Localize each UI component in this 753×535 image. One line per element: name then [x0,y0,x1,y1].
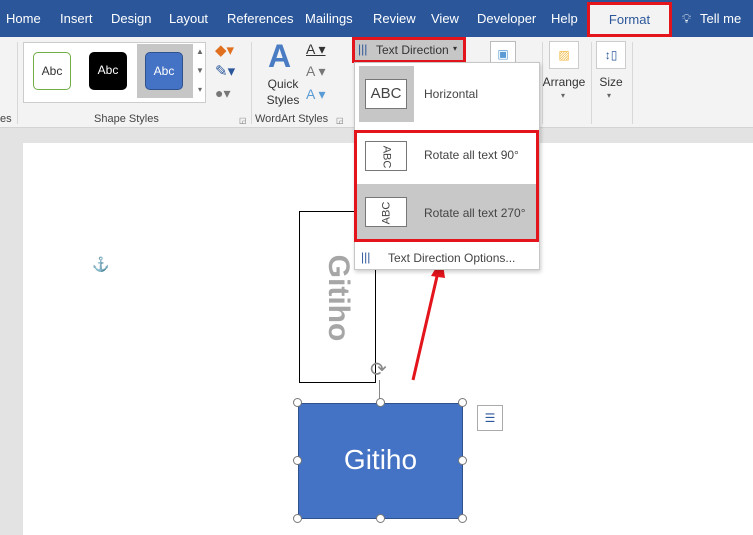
resize-handle[interactable] [293,514,302,523]
blue-shape[interactable]: Gitiho [298,403,463,519]
quick-styles-icon: A [268,38,292,74]
arrange-icon: ▨ [549,41,579,69]
gallery-scroll[interactable]: ▲ ▼ ▾ [194,42,206,102]
group-label-shape-styles: Shape Styles [94,113,159,125]
group-label-partial: es [0,113,12,125]
quick-styles-button[interactable]: Quick Styles [263,76,303,108]
tell-me-search[interactable]: Tell me [700,11,741,26]
layout-options-icon[interactable]: ☰ [477,405,503,431]
tab-view[interactable]: View [431,11,459,26]
text-direction-label: Text Direction [376,43,449,57]
chevron-down-icon: ▾ [607,91,612,100]
tab-design[interactable]: Design [111,11,151,26]
menu-item-label: Horizontal [424,87,479,101]
highlight-box [354,130,539,242]
size-icon: ↕▯ [596,41,626,69]
style-swatch-blue[interactable]: Abc [145,52,183,90]
tab-references[interactable]: References [227,11,293,26]
tab-layout[interactable]: Layout [169,11,208,26]
style-swatch-outline[interactable]: Abc [33,52,71,90]
text-direction-icon: ||| [361,250,371,264]
horizontal-abc-icon: ABC [365,79,407,109]
rotate-handle-icon[interactable]: ⟳ [370,357,387,382]
resize-handle[interactable] [293,398,302,407]
shape-fill-icon[interactable]: ◆▾ [215,41,234,59]
menu-item-horizontal[interactable]: ABC Horizontal [355,63,539,126]
resize-handle[interactable] [458,456,467,465]
vertical-text: Gitiho [322,254,355,342]
dialog-launcher-icon[interactable]: ◲ [239,116,247,125]
tab-insert[interactable]: Insert [60,11,93,26]
divider [632,42,633,124]
red-arrow [411,258,445,381]
resize-handle[interactable] [458,398,467,407]
text-direction-button[interactable]: ||| Text Direction ▾ [352,37,466,63]
resize-handle[interactable] [293,456,302,465]
dialog-launcher-icon[interactable]: ◲ [336,116,344,125]
text-outline-icon[interactable]: A ▾ [306,63,325,80]
shape-outline-icon[interactable]: ✎▾ [215,62,235,80]
group-label-wordart: WordArt Styles [255,113,329,125]
text-effects-icon[interactable]: A ▾ [306,86,325,103]
tab-home[interactable]: Home [6,11,41,26]
tab-review[interactable]: Review [373,11,416,26]
style-swatch-black[interactable]: Abc [89,52,127,90]
shape-effects-icon[interactable]: ●▾ [215,85,230,102]
anchor-icon: ⚓ [92,256,110,272]
divider [17,42,18,124]
resize-handle[interactable] [376,398,385,407]
tab-help[interactable]: Help [551,11,578,26]
size-button[interactable]: Size [596,75,626,89]
chevron-down-icon: ▾ [561,91,566,100]
chevron-down-icon: ▾ [453,44,458,53]
arrange-button[interactable]: Arrange [542,75,586,89]
divider [251,42,252,124]
tab-format[interactable]: Format [587,2,672,37]
text-direction-icon: ||| [358,42,368,56]
resize-handle[interactable] [376,514,385,523]
divider [591,42,592,124]
tab-mailings[interactable]: Mailings [305,11,353,26]
tab-developer[interactable]: Developer [477,11,536,26]
lightbulb-icon: 💡︎ [682,11,692,26]
menu-item-options[interactable]: ||| Text Direction Options... [355,244,539,270]
menu-item-label: Text Direction Options... [388,251,516,265]
text-fill-icon[interactable]: A ▾ [306,41,325,58]
resize-handle[interactable] [458,514,467,523]
